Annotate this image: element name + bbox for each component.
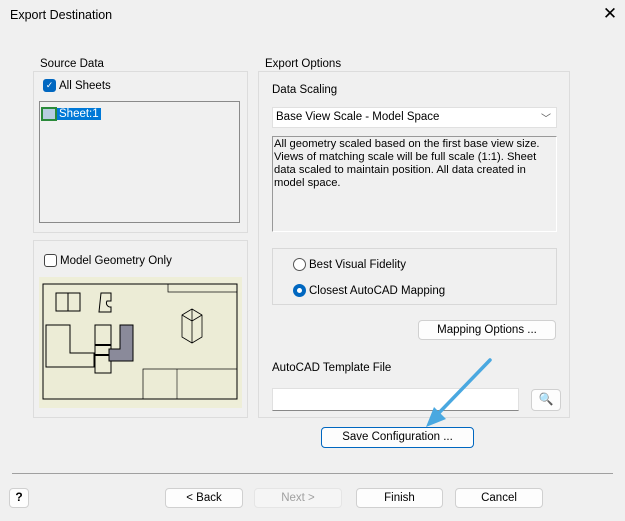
model-geometry-only-checkbox[interactable]: Model Geometry Only [44,254,172,267]
sheet-list[interactable]: Sheet:1 [39,101,240,223]
list-item[interactable]: Sheet:1 [41,107,101,121]
mapping-options-button[interactable]: Mapping Options ... [418,320,556,340]
data-scaling-label: Data Scaling [272,84,338,96]
radio-on-icon [293,284,306,297]
footer-divider [12,473,613,474]
source-data-legend: Source Data [37,58,107,70]
help-icon: ? [15,490,23,504]
model-geometry-label: Model Geometry Only [60,254,172,267]
next-button: Next > [254,488,342,508]
data-scaling-dropdown[interactable]: Base View Scale - Model Space ﹀ [272,107,557,128]
sheet-label: Sheet:1 [57,108,101,120]
radio-label: Best Visual Fidelity [309,258,406,271]
close-button[interactable]: ✕ [600,4,620,24]
all-sheets-checkbox[interactable]: ✓ All Sheets [43,79,111,92]
browse-button[interactable]: 🔍 [531,389,561,411]
closest-autocad-mapping-radio[interactable]: Closest AutoCAD Mapping [293,284,445,297]
back-button[interactable]: < Back [165,488,243,508]
checkbox-checked-icon: ✓ [43,79,56,92]
cancel-button[interactable]: Cancel [455,488,543,508]
window-title: Export Destination [10,8,113,22]
data-scaling-value: Base View Scale - Model Space [276,111,440,123]
template-file-label: AutoCAD Template File [272,362,392,374]
finish-button[interactable]: Finish [356,488,443,508]
scaling-description: All geometry scaled based on the first b… [272,136,557,232]
browse-file-icon: 🔍 [538,392,554,406]
export-options-legend: Export Options [262,58,345,70]
all-sheets-label: All Sheets [59,79,111,92]
help-button[interactable]: ? [9,488,29,508]
checkbox-unchecked-icon [44,254,57,267]
best-visual-fidelity-radio[interactable]: Best Visual Fidelity [293,258,406,271]
radio-label: Closest AutoCAD Mapping [309,284,446,297]
radio-off-icon [293,258,306,271]
sheet-icon [41,107,57,121]
annotation-arrow [426,358,492,427]
chevron-down-icon: ﹀ [541,114,551,125]
drawing-preview-image [39,277,242,408]
